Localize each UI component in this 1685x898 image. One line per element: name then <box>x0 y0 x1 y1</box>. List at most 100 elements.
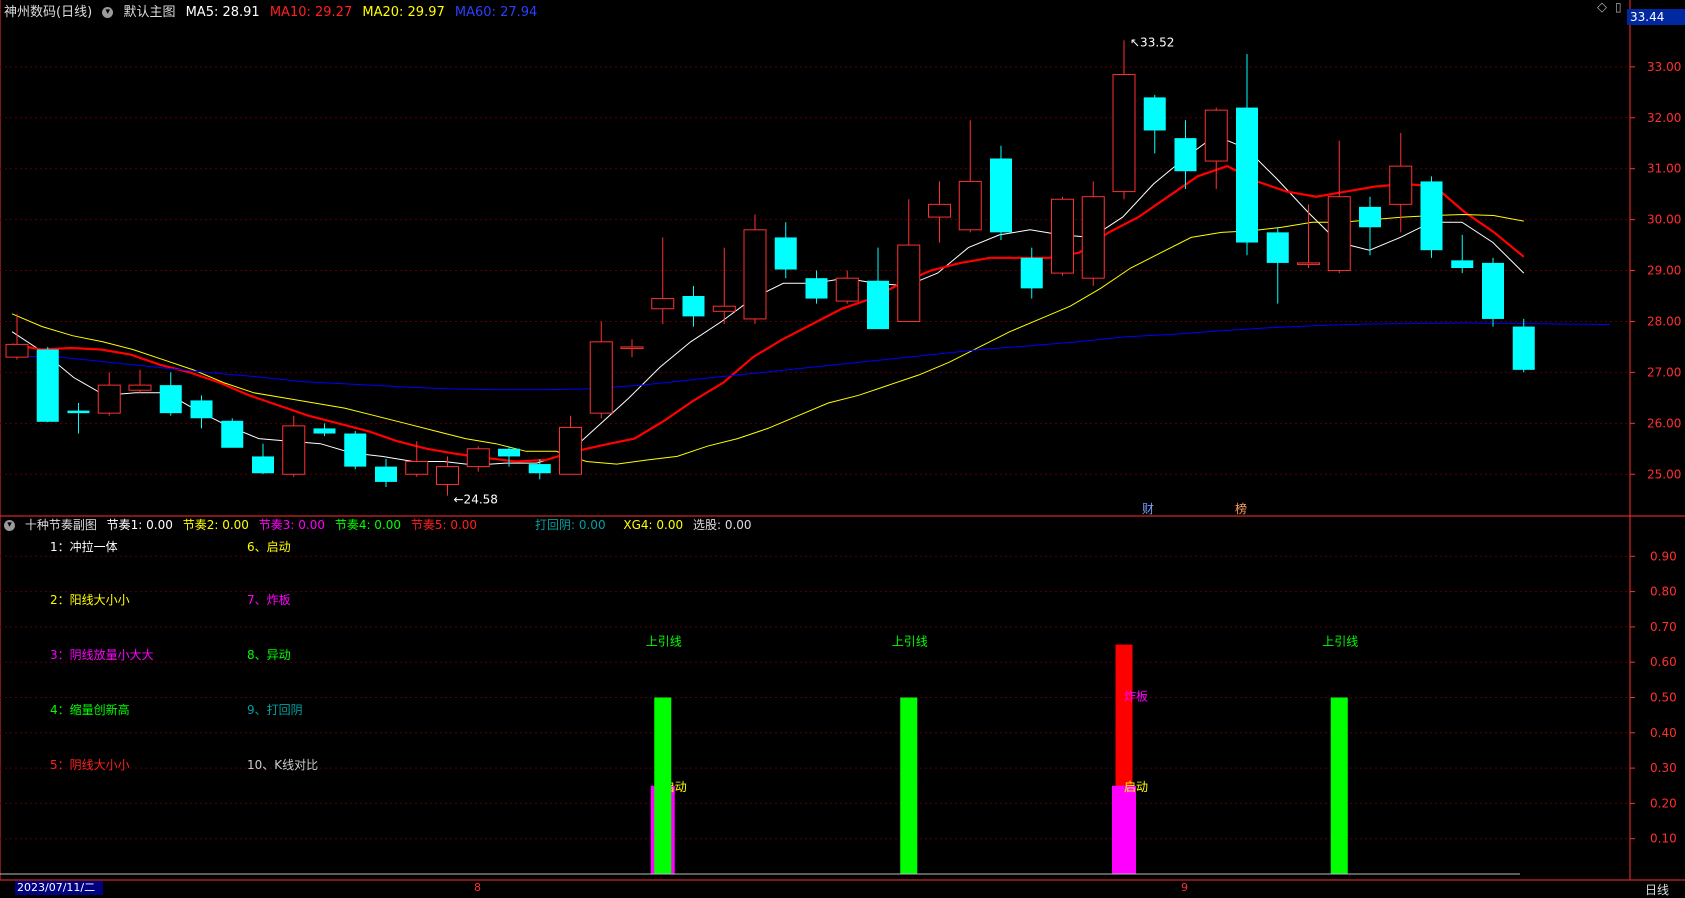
y-tick-label: 29.00 <box>1647 264 1681 278</box>
signal-label: 上引线 <box>646 635 682 649</box>
chevron-down-icon[interactable]: ▾ <box>102 7 114 18</box>
candle-body <box>1297 262 1320 265</box>
candle-body <box>1020 257 1043 289</box>
candle-body <box>436 466 459 485</box>
bang-marker[interactable]: 榜 <box>1235 500 1247 517</box>
candle-body <box>774 237 797 270</box>
j3-value: 节奏3: 0.00 <box>258 518 325 532</box>
y-tick-label: 0.80 <box>1650 585 1677 599</box>
ma-line-ma5 <box>11 135 1525 466</box>
high-annotation: ↖33.52 <box>1130 35 1174 49</box>
candle-body <box>928 203 951 218</box>
y-tick-label: 32.00 <box>1647 111 1681 125</box>
candle-body <box>1327 196 1351 272</box>
candle-body <box>1389 165 1413 205</box>
y-tick-label: 31.00 <box>1647 162 1681 176</box>
y-tick-label: 0.50 <box>1650 691 1677 705</box>
candle-body <box>190 400 213 419</box>
y-tick-label: 0.20 <box>1650 796 1677 810</box>
legend-item: 5：阴线大小小 <box>50 758 130 772</box>
price-badge: 33.44 <box>1627 9 1685 25</box>
legend-item: 1：冲拉一体 <box>50 540 118 554</box>
legend-item: 7、炸板 <box>247 593 291 607</box>
candle-body <box>1512 326 1535 370</box>
low-annotation: ←24.58 <box>454 493 498 507</box>
window-icon[interactable]: ▯ <box>1615 0 1622 14</box>
candle-body <box>559 426 582 475</box>
signal-bar <box>900 697 918 874</box>
diamond-icon[interactable]: ◇ <box>1597 0 1607 15</box>
y-tick-label: 27.00 <box>1647 365 1681 379</box>
signal-bar <box>654 697 672 874</box>
y-tick-label: 0.90 <box>1650 549 1677 563</box>
signal-label: 上引线 <box>1322 635 1358 649</box>
sub-title[interactable]: 十种节奏副图 <box>25 518 97 532</box>
cai-marker[interactable]: 财 <box>1142 500 1154 517</box>
month-9-label: 9 <box>1181 881 1188 894</box>
candle-body <box>1482 262 1504 319</box>
y-tick-label: 30.00 <box>1647 213 1681 227</box>
candle-body <box>282 425 306 475</box>
month-8-label: 8 <box>474 881 481 894</box>
candle-body <box>1051 198 1074 274</box>
j2-value: 节奏2: 0.00 <box>182 518 249 532</box>
candle-body <box>252 456 274 474</box>
candle-body <box>835 277 859 302</box>
candle-body <box>589 341 613 414</box>
sub-header-right: 打回阴: 0.00 XG4: 0.00 选股: 0.00 <box>535 516 758 533</box>
candle-body <box>1112 73 1136 193</box>
chart-name[interactable]: 默认主图 <box>123 5 175 20</box>
candle-body <box>1236 107 1258 243</box>
signal-label: 炸板 <box>1124 690 1148 704</box>
j4-value: 节奏4: 0.00 <box>334 518 402 532</box>
candle-body <box>221 420 244 448</box>
candle-body <box>36 349 59 422</box>
candle-body <box>805 278 828 299</box>
signal-label: 启动 <box>1124 780 1148 794</box>
period-label[interactable]: 日线 <box>1645 881 1669 898</box>
legend-item: 2：阳线大小小 <box>50 593 130 607</box>
candle-body <box>743 229 767 320</box>
candle-body <box>958 180 982 231</box>
date-label: 2023/07/11/二 <box>15 881 103 895</box>
chevron-down-icon[interactable]: ▾ <box>4 520 15 531</box>
candle-body <box>867 280 889 330</box>
y-tick-label: 0.70 <box>1650 620 1677 634</box>
j1-value: 节奏1: 0.00 <box>106 518 173 532</box>
dhy-value: 打回阴: 0.00 <box>535 518 606 532</box>
candle-body <box>1143 97 1166 131</box>
legend-item: 4：缩量创新高 <box>50 703 130 717</box>
signal-label: 上引线 <box>892 635 928 649</box>
stock-title[interactable]: 神州数码(日线) <box>4 5 92 20</box>
legend-item: 10、K线对比 <box>247 758 319 772</box>
candle-body <box>375 466 397 482</box>
y-tick-label: 28.00 <box>1647 314 1681 328</box>
xg-value: 选股: 0.00 <box>692 518 752 532</box>
candle-body <box>1204 109 1228 162</box>
y-tick-label: 0.60 <box>1650 655 1677 669</box>
candle-body <box>620 346 644 349</box>
candle-body <box>67 410 90 414</box>
ma5-value: MA5: 28.91 <box>185 5 260 20</box>
legend-item: 8、异动 <box>247 648 291 662</box>
candle-body <box>405 461 429 475</box>
candle-body <box>897 244 921 322</box>
candle-body <box>1174 138 1197 172</box>
candle-body <box>1266 232 1289 263</box>
candle-body <box>5 343 29 358</box>
signal-bar <box>1112 785 1136 874</box>
candle-body <box>1420 181 1443 251</box>
candle-body <box>128 384 152 391</box>
candle-body <box>1451 260 1474 268</box>
candle-body <box>990 158 1012 233</box>
y-tick-label: 26.00 <box>1647 416 1681 430</box>
ma-line-ma10 <box>11 164 1525 463</box>
signal-bar <box>1330 697 1348 874</box>
legend-item: 6、启动 <box>247 540 291 554</box>
candle-body <box>528 464 551 474</box>
candle-body <box>682 296 705 317</box>
y-tick-label: 0.10 <box>1650 832 1677 846</box>
candle-body <box>651 298 675 310</box>
j5-value: 节奏5: 0.00 <box>410 518 478 532</box>
candle-body <box>344 433 367 467</box>
